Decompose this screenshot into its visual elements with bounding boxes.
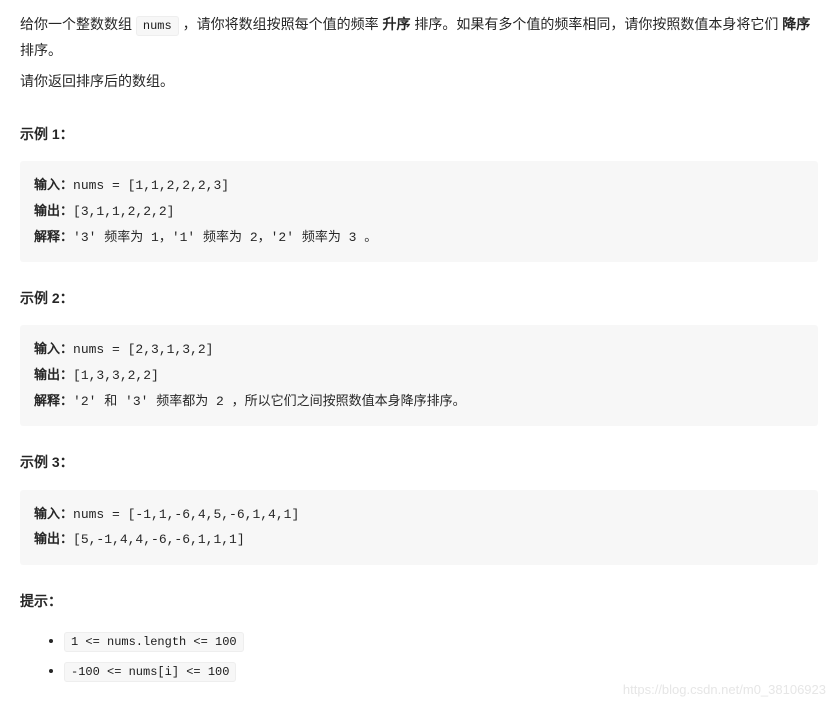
inline-code-nums: nums [136, 16, 179, 36]
explain-label: 解释： [34, 229, 73, 244]
example-3-heading: 示例 3： [20, 450, 818, 475]
example-3-block: 输入：nums = [-1,1,-6,4,5,-6,1,4,1] 输出：[5,-… [20, 490, 818, 565]
example-2-explain: '2' 和 '3' 频率都为 2 ，所以它们之间按照数值本身降序排序。 [73, 394, 466, 409]
input-label: 输入： [34, 177, 73, 192]
input-label: 输入： [34, 506, 73, 521]
input-label: 输入： [34, 341, 73, 356]
hints-section: 提示： 1 <= nums.length <= 100 -100 <= nums… [20, 589, 818, 683]
intro-bold-asc: 升序 [382, 16, 410, 32]
hint-code: -100 <= nums[i] <= 100 [64, 662, 236, 682]
example-1-input: nums = [1,1,2,2,2,3] [73, 178, 229, 193]
hints-list: 1 <= nums.length <= 100 -100 <= nums[i] … [20, 628, 818, 683]
example-1-heading: 示例 1： [20, 122, 818, 147]
output-label: 输出： [34, 203, 73, 218]
example-1-output: [3,1,1,2,2,2] [73, 204, 174, 219]
intro-text: 给你一个整数数组 [20, 16, 136, 32]
output-label: 输出： [34, 367, 73, 382]
output-label: 输出： [34, 531, 73, 546]
hint-item: 1 <= nums.length <= 100 [64, 628, 818, 654]
example-3-input: nums = [-1,1,-6,4,5,-6,1,4,1] [73, 507, 299, 522]
example-2-output: [1,3,3,2,2] [73, 368, 159, 383]
example-2-heading: 示例 2： [20, 286, 818, 311]
intro-text: ，请你将数组按照每个值的频率 [179, 16, 383, 32]
intro-text: 排序。如果有多个值的频率相同，请你按照数值本身将它们 [410, 16, 782, 32]
example-2-input: nums = [2,3,1,3,2] [73, 342, 213, 357]
example-1-explain: '3' 频率为 1，'1' 频率为 2，'2' 频率为 3 。 [73, 230, 377, 245]
hints-heading: 提示： [20, 589, 818, 614]
hint-code: 1 <= nums.length <= 100 [64, 632, 244, 652]
intro-paragraph-1: 给你一个整数数组 nums ，请你将数组按照每个值的频率 升序 排序。如果有多个… [20, 12, 818, 63]
intro-text: 排序。 [20, 42, 62, 58]
problem-description: 给你一个整数数组 nums ，请你将数组按照每个值的频率 升序 排序。如果有多个… [20, 12, 818, 94]
example-3-output: [5,-1,4,4,-6,-6,1,1,1] [73, 532, 245, 547]
explain-label: 解释： [34, 393, 73, 408]
intro-paragraph-2: 请你返回排序后的数组。 [20, 69, 818, 94]
example-1-block: 输入：nums = [1,1,2,2,2,3] 输出：[3,1,1,2,2,2]… [20, 161, 818, 262]
intro-bold-desc: 降序 [782, 16, 810, 32]
example-2-block: 输入：nums = [2,3,1,3,2] 输出：[1,3,3,2,2] 解释：… [20, 325, 818, 426]
hint-item: -100 <= nums[i] <= 100 [64, 658, 818, 684]
